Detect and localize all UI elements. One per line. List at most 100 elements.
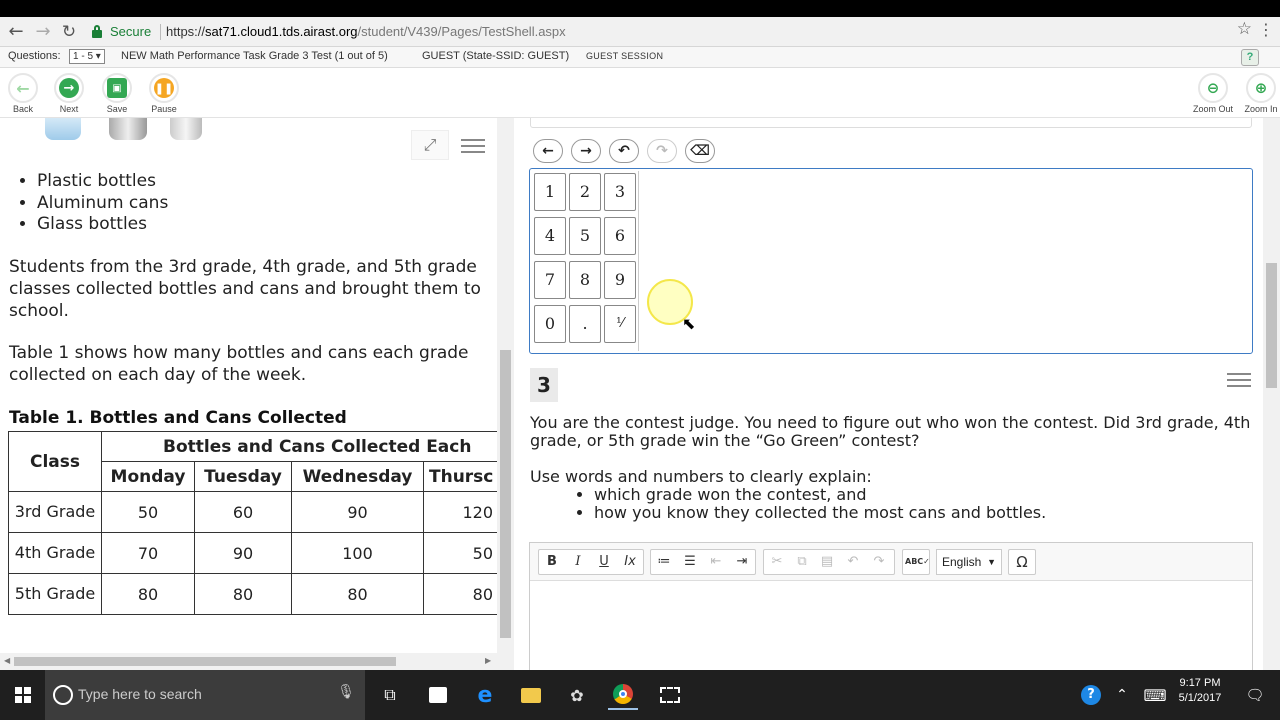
key-decimal[interactable]: . [569,305,601,343]
url-box[interactable]: Secure https://sat71.cloud1.tds.airast.o… [88,20,1258,44]
key-2[interactable]: 2 [569,173,601,211]
scroll-right-icon[interactable]: ▶ [485,656,491,665]
question-instruction: Use words and numbers to clearly explain… [530,467,872,486]
question-vertical-scrollbar[interactable] [1263,118,1280,670]
bookmark-star-icon[interactable]: ☆ [1237,19,1252,39]
taskbar-search[interactable]: Type here to search 🎙 [45,670,365,720]
cursor-left-icon[interactable]: ← [533,139,563,163]
save-label: Save [106,104,128,114]
passage-menu-icon[interactable] [461,139,485,153]
list-item: Plastic bottles [37,171,499,193]
underline-icon[interactable]: U [593,553,615,571]
copy-icon[interactable]: ⧉ [791,553,813,571]
undo-icon[interactable]: ↶ [609,139,639,163]
key-1[interactable]: 1 [534,173,566,211]
next-button[interactable]: → Next [46,73,92,114]
special-characters-icon[interactable]: Ω [1011,553,1033,571]
zoom-in-button[interactable]: ⊕ Zoom In [1238,73,1280,114]
keyboard-icon[interactable]: ⌨ [1140,680,1170,710]
edge-icon[interactable]: e [470,680,500,710]
system-clock[interactable]: 9:17 PM 5/1/2017 [1170,676,1230,706]
save-button[interactable]: ▣ Save [94,73,140,114]
questions-select[interactable]: 1 - 5 ▾ [69,49,105,64]
key-0[interactable]: 0 [534,305,566,343]
spellcheck-icon[interactable]: ABC✓ [905,553,930,571]
windows-start-icon[interactable] [8,680,38,710]
outdent-icon[interactable]: ⇤ [705,553,727,571]
redo-icon[interactable]: ↷ [647,139,677,163]
undo-icon[interactable]: ↶ [842,553,864,571]
scroll-thumb[interactable] [500,350,511,638]
key-fraction[interactable]: ⅟ [604,305,636,343]
bottles-cans-table: Class Bottles and Cans Collected Each Mo… [8,431,498,615]
passage-vertical-scrollbar[interactable] [497,118,514,670]
help-tray-icon[interactable]: ? [1076,680,1106,710]
key-7[interactable]: 7 [534,261,566,299]
task-view-icon[interactable]: ⧉ [375,680,405,710]
snipping-tool-icon[interactable] [655,680,685,710]
clock-date: 5/1/2017 [1178,692,1222,704]
action-center-icon[interactable]: 🗨 [1240,680,1270,710]
show-hidden-icons-chevron-icon[interactable]: ⌃ [1107,680,1137,710]
test-toolbar: ← Back → Next ▣ Save ❚❚ Pause ⊖ Zoom Out… [0,68,1280,118]
aluminum-can-image [109,118,147,140]
zoom-out-button[interactable]: ⊖ Zoom Out [1190,73,1236,114]
back-label: Back [12,104,33,114]
key-9[interactable]: 9 [604,261,636,299]
reload-icon[interactable]: ↻ [58,21,80,43]
clear-format-icon[interactable]: Ix [619,553,641,571]
redo-icon[interactable]: ↷ [868,553,890,571]
cursor-right-icon[interactable]: → [571,139,601,163]
indent-icon[interactable]: ⇥ [731,553,753,571]
windows-taskbar: Type here to search 🎙 ⧉ e ✿ ? ⌃ ⌨ 9:17 P… [0,670,1280,720]
passage-horizontal-scrollbar[interactable]: ◀ ▶ [0,653,497,670]
browser-menu-icon[interactable]: ⋮ [1258,20,1274,39]
glass-bottle-image [170,118,202,140]
bullet-list-icon[interactable]: ☰ [679,553,701,571]
url-text[interactable]: https://sat71.cloud1.tds.airast.org/stud… [166,24,566,39]
passage-pane: ⤢ Plastic bottles Aluminum cans Glass bo… [0,118,514,670]
dropdown-arrow-icon: ▼ [987,557,996,567]
key-4[interactable]: 4 [534,217,566,255]
value-cell: 90 [291,491,424,533]
key-6[interactable]: 6 [604,217,636,255]
file-explorer-icon[interactable] [516,680,546,710]
back-button[interactable]: ← Back [0,73,46,114]
pause-button[interactable]: ❚❚ Pause [141,73,187,114]
browser-back-icon[interactable]: ← [5,21,27,43]
symbol-group: Ω [1008,549,1036,575]
microphone-icon[interactable]: 🎙 [337,684,355,700]
key-8[interactable]: 8 [569,261,601,299]
list-item: which grade won the contest, and [594,486,1252,504]
store-icon[interactable] [423,680,453,710]
paste-icon[interactable]: ▤ [816,553,838,571]
scroll-left-icon[interactable]: ◀ [4,656,10,665]
list-item: Aluminum cans [37,193,499,215]
scroll-thumb[interactable] [1266,263,1277,388]
expand-icon[interactable]: ⤢ [411,130,449,160]
cut-icon[interactable]: ✂ [766,553,788,571]
help-button[interactable]: ? [1241,49,1259,66]
value-cell: 80 [423,573,498,615]
search-placeholder: Type here to search [78,686,202,702]
response-editor[interactable]: B I U Ix ≔ ☰ ⇤ ⇥ ✂ ⧉ ▤ ↶ ↷ ABC✓ English … [529,542,1253,670]
passage-paragraph: Students from the 3rd grade, 4th grade, … [9,257,481,321]
key-5[interactable]: 5 [569,217,601,255]
question-menu-icon[interactable] [1227,373,1251,387]
bold-icon[interactable]: B [541,553,563,571]
equation-editor[interactable]: 1 2 3 4 5 6 7 8 9 0 . ⅟ ⬉ [529,168,1253,354]
table-row: 3rd Grade 50 60 90 120 [8,491,498,533]
keypad-divider [638,171,639,351]
class-header: Class [8,431,102,492]
backspace-icon[interactable]: ⌫ [685,139,715,163]
day-header: Monday [101,461,195,492]
language-select[interactable]: English ▼ [936,549,1002,575]
numbered-list-icon[interactable]: ≔ [653,553,675,571]
cortana-icon [53,685,73,705]
scroll-thumb[interactable] [14,657,396,666]
app-icon[interactable]: ✿ [562,680,592,710]
key-3[interactable]: 3 [604,173,636,211]
italic-icon[interactable]: I [567,553,589,571]
chrome-icon[interactable] [608,680,638,710]
browser-forward-icon[interactable]: → [32,21,54,43]
